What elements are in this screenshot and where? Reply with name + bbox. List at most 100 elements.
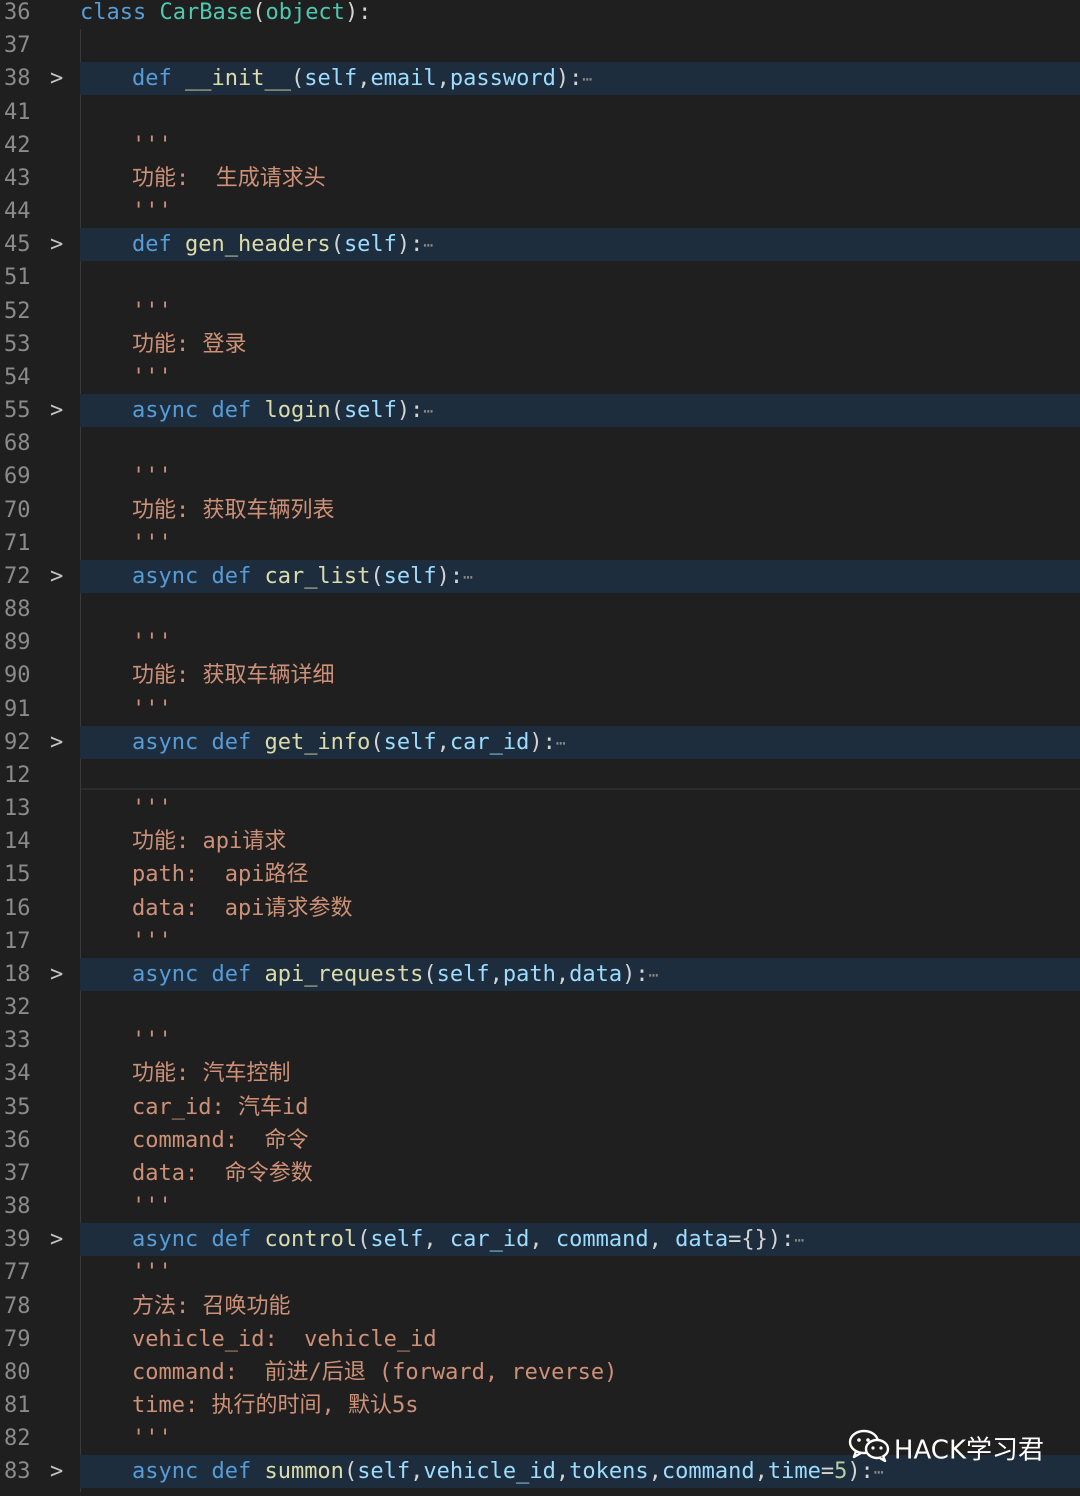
code-line[interactable]: 89 ''' (0, 626, 1080, 659)
code-text: ''' (132, 361, 172, 394)
code-token: CarBase (159, 0, 253, 25)
fold-chevron-icon[interactable]: > (50, 394, 70, 427)
fold-chevron-icon[interactable]: > (50, 62, 70, 95)
code-line[interactable]: 53 功能: 登录 (0, 328, 1080, 361)
code-text: car_id: 汽车id (132, 1091, 308, 1124)
folded-ellipsis-icon[interactable]: ⋯ (649, 965, 659, 984)
folded-ellipsis-icon[interactable]: ⋯ (794, 1231, 804, 1250)
code-line[interactable]: 37 (0, 29, 1080, 62)
code-text: 功能: 登录 (132, 328, 247, 361)
code-token: vehicle_id: vehicle_id (132, 1326, 437, 1352)
code-token: data (675, 1227, 729, 1253)
code-token: ( (330, 232, 344, 258)
code-line[interactable]: 71 ''' (0, 527, 1080, 560)
folded-ellipsis-icon[interactable]: ⋯ (463, 567, 473, 586)
code-text: 功能: api请求 (132, 825, 286, 858)
code-text: ''' (132, 693, 172, 726)
code-token: ''' (132, 630, 172, 656)
code-line[interactable]: 69 ''' (0, 460, 1080, 493)
code-token: 功能: 登录 (132, 331, 247, 357)
code-line[interactable]: 68 (0, 427, 1080, 460)
code-token: ( (423, 961, 437, 987)
fold-chevron-icon[interactable]: > (50, 726, 70, 759)
code-line[interactable]: 38 ''' (0, 1190, 1080, 1223)
folded-ellipsis-icon[interactable]: ⋯ (582, 70, 592, 89)
line-number: 72 (4, 563, 31, 589)
line-number: 70 (4, 497, 31, 523)
code-line[interactable]: 79 vehicle_id: vehicle_id (0, 1323, 1080, 1356)
fold-chevron-icon[interactable]: > (50, 958, 70, 991)
code-line[interactable]: 91 ''' (0, 693, 1080, 726)
code-token: ( (357, 1227, 371, 1253)
code-line[interactable]: 42 ''' (0, 129, 1080, 162)
code-token: data: 命令参数 (132, 1160, 313, 1186)
code-line-definition[interactable]: 18 > async def api_requests(self,path,data… (0, 957, 1080, 991)
code-token: password (449, 66, 556, 92)
line-number: 68 (4, 431, 31, 457)
code-line[interactable]: 36 command: 命令 (0, 1124, 1080, 1157)
code-line-definition[interactable]: 38 > def __init__(self,email,password):⋯ (0, 62, 1080, 96)
folded-ellipsis-icon[interactable]: ⋯ (423, 402, 433, 421)
code-line[interactable]: 41 (0, 96, 1080, 129)
code-line[interactable]: 17 ''' (0, 925, 1080, 958)
code-line[interactable]: 81 time: 执行的时间, 默认5s (0, 1389, 1080, 1422)
code-token: class (80, 0, 160, 25)
code-line[interactable]: 15 path: api路径 (0, 858, 1080, 891)
code-text: class CarBase(object): (80, 0, 371, 29)
line-number: 37 (4, 33, 31, 59)
code-text: 功能: 汽车控制 (132, 1057, 291, 1090)
code-token: ''' (132, 132, 172, 158)
fold-chevron-icon[interactable]: > (50, 560, 70, 593)
code-line[interactable]: 13 ''' (0, 792, 1080, 825)
code-line[interactable]: 36 class CarBase(object): (0, 0, 1080, 29)
code-line-definition[interactable]: 92 > async def get_info(self,car_id):⋯ (0, 725, 1080, 759)
code-line[interactable]: 32 (0, 991, 1080, 1024)
code-line[interactable]: 43 功能: 生成请求头 (0, 162, 1080, 195)
code-line-definition[interactable]: 39 > async def control(self, car_id, comma… (0, 1223, 1080, 1257)
code-token: time (767, 1459, 821, 1485)
code-line[interactable]: 77 ''' (0, 1256, 1080, 1289)
code-token: async def (132, 563, 265, 589)
code-line[interactable]: 54 ''' (0, 361, 1080, 394)
code-line[interactable]: 34 功能: 汽车控制 (0, 1057, 1080, 1090)
line-number: 16 (4, 895, 31, 921)
code-line[interactable]: 14 功能: api请求 (0, 825, 1080, 858)
code-token: async def (132, 961, 265, 987)
code-line[interactable]: 33 ''' (0, 1024, 1080, 1057)
folded-ellipsis-icon[interactable]: ⋯ (556, 733, 566, 752)
code-text: async def control(self, car_id, command,… (132, 1223, 804, 1257)
watermark-text: HACK学习君 (893, 1435, 1044, 1466)
fold-chevron-icon[interactable]: > (50, 1223, 70, 1256)
code-token: def (132, 232, 185, 258)
code-line[interactable]: 37 data: 命令参数 (0, 1157, 1080, 1190)
code-token: self (357, 1459, 411, 1485)
code-token: ''' (132, 530, 172, 556)
code-line-definition[interactable]: 55 > async def login(self):⋯ (0, 394, 1080, 428)
code-line[interactable]: 88 (0, 593, 1080, 626)
code-line[interactable]: 35 car_id: 汽车id (0, 1091, 1080, 1124)
code-line[interactable]: 52 ''' (0, 295, 1080, 328)
code-token: ( (330, 398, 344, 424)
code-line[interactable]: 16 data: api请求参数 (0, 892, 1080, 925)
fold-chevron-icon[interactable]: > (50, 228, 70, 261)
code-token: 5 (834, 1459, 848, 1485)
code-editor[interactable]: 36 class CarBase(object): 37 38 > def __init_… (0, 0, 1080, 1496)
code-line[interactable]: 12 (0, 759, 1080, 792)
code-line-definition[interactable]: 72 > async def car_list(self):⋯ (0, 559, 1080, 593)
code-text: data: 命令参数 (132, 1157, 313, 1190)
folded-ellipsis-icon[interactable]: ⋯ (423, 236, 433, 255)
code-line[interactable]: 80 command: 前进/后退 (forward, reverse) (0, 1356, 1080, 1389)
fold-chevron-icon[interactable]: > (50, 1455, 70, 1488)
code-text: ''' (132, 460, 172, 493)
line-number: 51 (4, 265, 31, 291)
code-line[interactable]: 78 方法: 召唤功能 (0, 1290, 1080, 1323)
line-number: 39 (4, 1227, 31, 1253)
code-line[interactable]: 70 功能: 获取车辆列表 (0, 494, 1080, 527)
code-text: command: 命令 (132, 1124, 308, 1157)
code-line[interactable]: 90 功能: 获取车辆详细 (0, 659, 1080, 692)
code-line-definition[interactable]: 45 > def gen_headers(self):⋯ (0, 228, 1080, 262)
code-text: ''' (132, 129, 172, 162)
line-number: 55 (4, 398, 31, 424)
code-line[interactable]: 44 ''' (0, 195, 1080, 228)
code-line[interactable]: 51 (0, 261, 1080, 294)
